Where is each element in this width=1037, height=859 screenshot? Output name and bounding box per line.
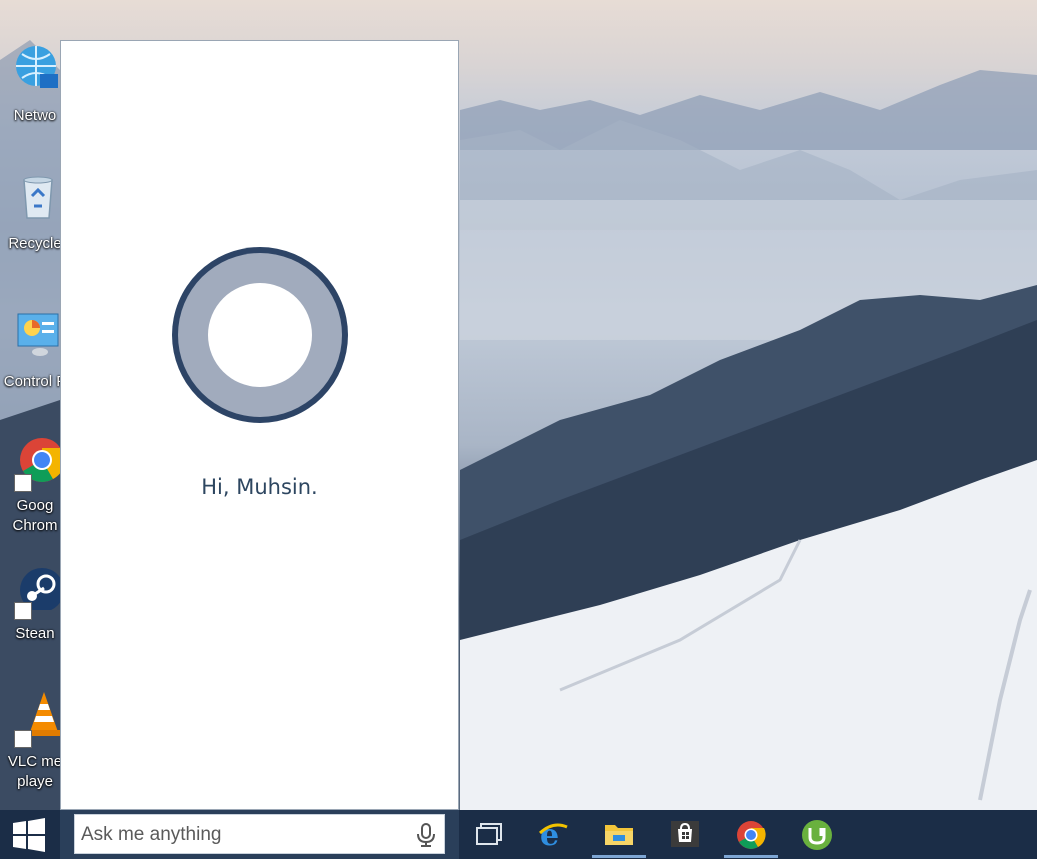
taskbar-file-explorer[interactable] (586, 810, 652, 859)
utorrent-icon (802, 820, 832, 850)
desktop-icon-recycle-bin[interactable]: Recycle (0, 172, 62, 282)
start-button[interactable] (0, 810, 58, 859)
taskbar-internet-explorer[interactable]: e (520, 810, 586, 859)
cortana-ring-icon (172, 247, 348, 423)
store-icon (671, 821, 699, 847)
search-input[interactable] (81, 822, 401, 848)
network-icon (16, 46, 58, 88)
desktop-icon-network[interactable]: Netwo (0, 44, 60, 154)
desktop-icon-vlc[interactable]: VLC me playe (0, 690, 62, 800)
taskbar-store[interactable] (652, 810, 718, 859)
cortana-panel: Hi, Muhsin. (60, 40, 459, 810)
control-panel-icon (17, 313, 59, 356)
cortana-search-area (60, 810, 459, 859)
taskbar-chrome[interactable] (718, 810, 784, 859)
recycle-bin-icon (23, 176, 53, 219)
desktop-icon-google-chrome[interactable]: Goog Chrom (0, 434, 62, 544)
search-box[interactable] (74, 814, 445, 854)
taskbar: e (0, 810, 1037, 859)
taskbar-utorrent[interactable] (784, 810, 850, 859)
shortcut-arrow-icon (14, 474, 32, 492)
file-explorer-icon (605, 825, 633, 845)
desktop-icon-steam[interactable]: Stean (0, 562, 62, 672)
task-view-icon (476, 823, 502, 845)
chrome-icon (737, 821, 766, 849)
microphone-icon[interactable] (415, 823, 437, 847)
task-view-button[interactable] (456, 810, 522, 859)
windows-logo-icon (13, 818, 45, 852)
desktop-icon-control-panel[interactable]: Control P (0, 310, 66, 420)
internet-explorer-icon: e (538, 819, 568, 851)
cortana-greeting: Hi, Muhsin. (201, 475, 318, 499)
shortcut-arrow-icon (14, 602, 32, 620)
shortcut-arrow-icon (14, 730, 32, 748)
